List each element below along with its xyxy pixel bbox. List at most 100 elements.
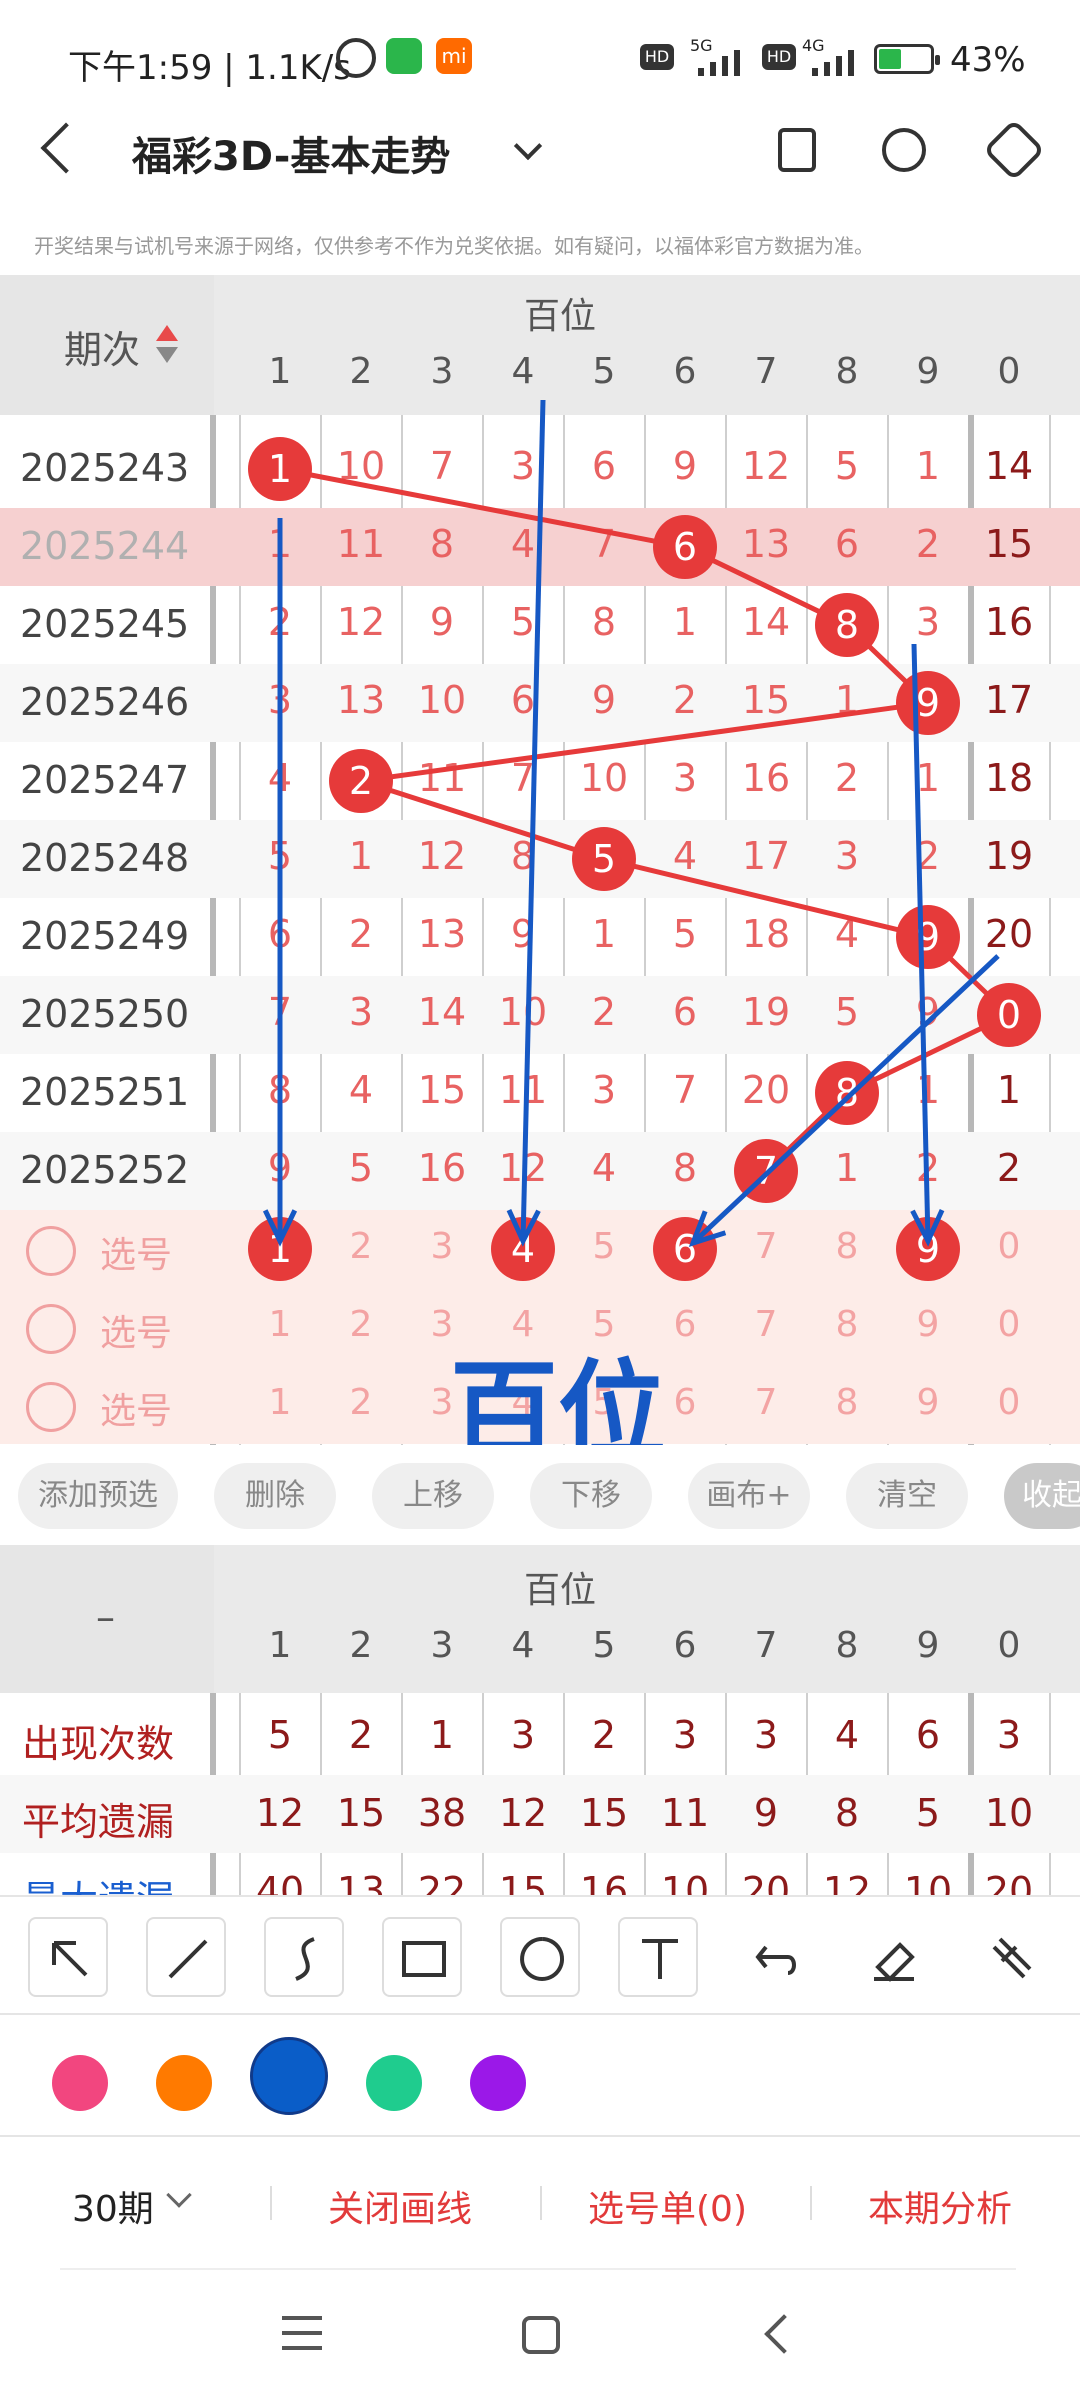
stats-digit-header-1: 1 [268,1625,292,1666]
color-swatch[interactable] [156,2055,212,2111]
page-title[interactable]: 福彩3D-基本走势 [132,124,450,182]
stats-cell: 10 [984,1791,1034,1835]
stats-cell: 10 [660,1869,710,1895]
menu-icon[interactable] [282,2316,322,2350]
line-tool-icon[interactable] [146,1917,226,1997]
stats-cell: 10 [903,1869,953,1895]
stats-cell: 40 [255,1869,305,1895]
screen: 下午1:59 | 1.1K/s mi HD 5G HD 4G 43% 福彩3D-… [0,0,1080,2400]
chip-button[interactable]: 下移 [530,1463,652,1529]
bottom-bar: 30期 关闭画线 选号单(0) 本期分析 [0,2140,1080,2270]
share-icon[interactable] [882,128,926,172]
chip-button[interactable]: 清空 [846,1463,968,1529]
stats-digit-header-5: 5 [592,1625,616,1666]
annotation-arrow [520,399,546,1242]
clear-canvas-icon[interactable] [972,1917,1052,1997]
stats-cell: 12 [498,1791,548,1835]
stats-digit-header-3: 3 [430,1625,454,1666]
period-count-select[interactable]: 30期 [72,2180,154,2232]
period-analysis-button[interactable]: 本期分析 [868,2180,1012,2232]
back-icon[interactable] [40,122,92,174]
color-swatch[interactable] [250,2037,328,2115]
stats-row: 出现次数 5 2 1 3 2 3 3 4 6 3 [0,1697,1080,1775]
chip-button[interactable]: 画布+ [688,1463,810,1529]
color-swatch[interactable] [52,2055,108,2111]
mi-app-icon: mi [436,38,472,74]
stats-cell: 3 [753,1713,779,1757]
freehand-tool-icon[interactable] [264,1917,344,1997]
stats-cell: 15 [336,1791,386,1835]
stats-cell: 3 [672,1713,698,1757]
color-swatch[interactable] [366,2055,422,2111]
stats-digit-header-4: 4 [511,1625,535,1666]
stats-cell: 12 [822,1869,872,1895]
settings-icon[interactable] [982,118,1046,182]
stats-group-title: 百位 [524,1570,597,1611]
stats-cell: 4 [834,1713,860,1757]
status-bar: 下午1:59 | 1.1K/s mi HD 5G HD 4G 43% [0,0,1080,118]
signal-5g-icon [690,48,754,76]
signal-4g-icon [806,48,866,76]
close-lines-button[interactable]: 关闭画线 [328,2180,472,2232]
stats-cell: 2 [348,1713,374,1757]
device-switch-icon[interactable] [778,128,816,172]
stats-cell: 20 [741,1869,791,1895]
circle-tool-icon-glyph [520,1937,564,1981]
eraser-icon[interactable] [854,1917,934,1997]
text-tool-icon-glyph [642,1939,678,1979]
stats-row: 平均遗漏 12 15 38 12 15 11 9 8 5 10 [0,1775,1080,1853]
rectangle-tool-icon[interactable] [382,1917,462,1997]
stats-cell: 16 [579,1869,629,1895]
home-icon[interactable] [522,2316,560,2354]
chevron-down-icon[interactable] [166,2182,192,2208]
stats-cell: 15 [579,1791,629,1835]
stats-corner: – [0,1545,214,1693]
arrow-tool-icon-glyph [52,1941,88,1977]
alarm-icon [336,38,376,78]
stats-cell: 2 [591,1713,617,1757]
stats-cell: 6 [915,1713,941,1757]
color-palette [0,2017,1080,2137]
annotation-arrow [911,643,931,1242]
undo-icon-glyph [755,1945,796,1975]
stats-row-label: 最大遗漏 [22,1869,174,1895]
battery-icon [874,44,940,74]
circle-tool-icon[interactable] [500,1917,580,1997]
stats-cell: 5 [915,1791,941,1835]
annotation-arrow [691,954,1000,1245]
rectangle-tool-icon-glyph [402,1941,446,1977]
stats-cell: 12 [255,1791,305,1835]
stats-digit-header-6: 6 [673,1625,697,1666]
stats-cell: 13 [336,1869,386,1895]
text-tool-icon[interactable] [618,1917,698,1997]
chip-button[interactable]: 上移 [372,1463,494,1529]
status-time: 下午1:59 | 1.1K/s [68,48,351,88]
stats-cell: 11 [660,1791,710,1835]
drawing-toolbar [0,1895,1080,2015]
stats-digit-header-8: 8 [835,1625,859,1666]
system-nav-bar [0,2272,1080,2400]
eraser-icon-glyph [874,1942,915,1982]
undo-icon[interactable] [736,1917,816,1997]
chip-button[interactable]: 收起 [1004,1463,1080,1529]
stats-cell: 38 [417,1791,467,1835]
color-swatch[interactable] [470,2055,526,2111]
stats-cell: 1 [429,1713,455,1757]
stats-cell: 15 [498,1869,548,1895]
chevron-down-icon[interactable] [513,131,543,161]
trend-table: 期次 百位 1234567890 2025243 10 7 3 6 9 12 5 1 14 2025… [0,275,1080,1445]
stats-column-header: – 百位 1 2 3 4 5 6 7 8 9 0 [0,1545,1080,1693]
stats-digit-header-2: 2 [349,1625,373,1666]
pick-list-button[interactable]: 选号单(0) [588,2180,747,2232]
stats-cell: 22 [417,1869,467,1895]
chip-button[interactable]: 删除 [214,1463,336,1529]
stats-cell: 3 [996,1713,1022,1757]
stats-cell: 9 [753,1791,779,1835]
freehand-tool-icon-glyph [295,1937,315,1981]
stats-digit-header-9: 9 [916,1625,940,1666]
stats-corner-label: – [96,1595,115,1639]
arrow-tool-icon[interactable] [28,1917,108,1997]
battery-percent: 43% [950,40,1026,80]
nav-back-icon[interactable] [764,2314,804,2354]
chip-button[interactable]: 添加预选 [18,1463,178,1529]
